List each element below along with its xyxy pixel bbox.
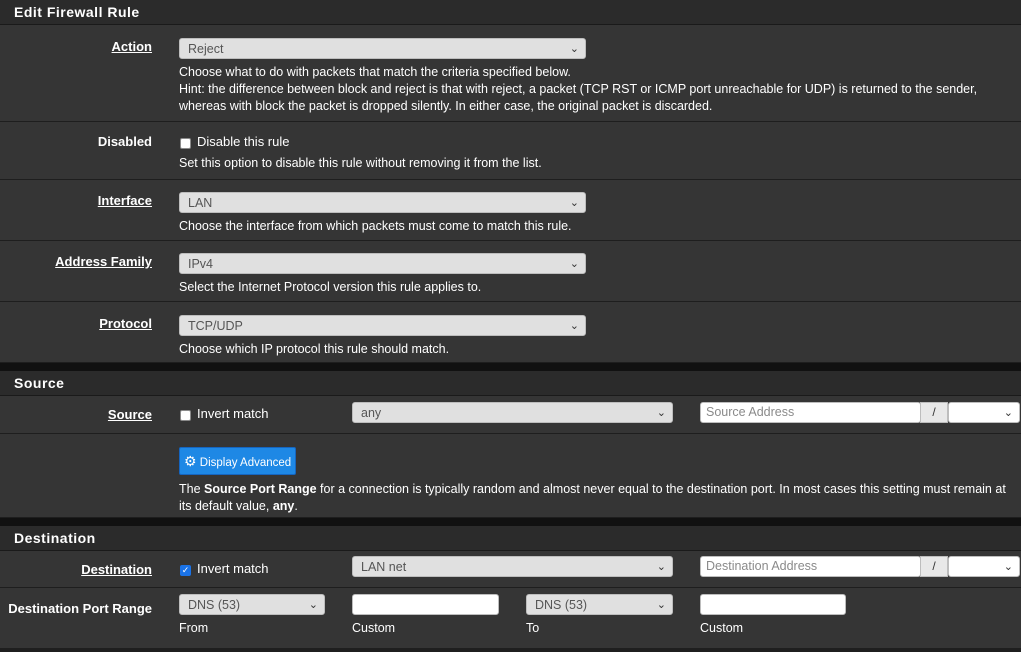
action-help: Choose what to do with packets that matc… <box>179 64 977 115</box>
chevron-down-icon: ⌄ <box>656 407 666 419</box>
address-family-select-value: IPv4 <box>188 257 214 271</box>
destination-mask-slash: / <box>920 556 948 577</box>
action-select-value: Reject <box>188 42 224 56</box>
port-from-value: DNS (53) <box>188 598 241 612</box>
action-help-line2: Hint: the difference between block and r… <box>179 82 978 96</box>
protocol-select-value: TCP/UDP <box>188 319 243 333</box>
destination-type-value: LAN net <box>361 560 407 574</box>
help-text: The <box>179 482 205 496</box>
source-port-help-line1: The Source Port Range for a connection i… <box>179 481 1019 498</box>
chevron-down-icon: ⌄ <box>656 561 666 573</box>
action-select[interactable]: Reject ⌄ <box>179 38 586 59</box>
panel-heading-destination: Destination <box>0 526 1021 551</box>
source-port-help: The Source Port Range for a connection i… <box>179 481 1019 515</box>
help-text: . <box>294 499 298 513</box>
help-bold-text: any <box>272 499 295 513</box>
source-row: Source Invert match any ⌄ Source Address… <box>0 396 1021 434</box>
interface-select[interactable]: LAN ⌄ <box>179 192 586 213</box>
destination-invert-label[interactable]: Invert match <box>197 561 269 576</box>
destination-row: Destination ✓ Invert match LAN net ⌄ Des… <box>0 551 1021 588</box>
display-advanced-button[interactable]: ⚙ Display Advanced <box>179 447 297 475</box>
address-family-row: Address Family IPv4 ⌄ Select the Interne… <box>0 241 1021 302</box>
source-mask-select[interactable]: ⌄ <box>948 402 1020 423</box>
gear-icon: ⚙ <box>184 453 197 469</box>
destination-address-input[interactable]: Destination Address <box>700 556 921 577</box>
source-invert-checkbox[interactable] <box>180 410 191 421</box>
chevron-down-icon: ⌄ <box>1003 407 1013 419</box>
interface-help: Choose the interface from which packets … <box>179 219 572 233</box>
chevron-down-icon: ⌄ <box>569 258 579 270</box>
protocol-row: Protocol TCP/UDP ⌄ Choose which IP proto… <box>0 302 1021 363</box>
protocol-select[interactable]: TCP/UDP ⌄ <box>179 315 586 336</box>
chevron-down-icon: ⌄ <box>569 43 579 55</box>
address-family-label[interactable]: Address Family <box>55 254 152 269</box>
disable-rule-checkbox[interactable] <box>180 138 191 149</box>
address-family-help: Select the Internet Protocol version thi… <box>179 280 482 294</box>
source-label[interactable]: Source <box>108 407 152 422</box>
chevron-down-icon: ⌄ <box>569 320 579 332</box>
destination-port-row: Destination Port Range DNS (53) ⌄ From C… <box>0 588 1021 648</box>
source-invert-label[interactable]: Invert match <box>197 406 269 421</box>
port-to-custom-label: Custom <box>700 621 744 635</box>
chevron-down-icon: ⌄ <box>569 197 579 209</box>
check-icon: ✓ <box>181 565 190 575</box>
panel-heading-source: Source <box>0 371 1021 396</box>
port-from-custom-input[interactable] <box>352 594 499 615</box>
port-to-value: DNS (53) <box>535 598 588 612</box>
source-type-value: any <box>361 406 382 420</box>
help-bold-text: Source Port Range <box>204 482 317 496</box>
disabled-label: Disabled <box>97 134 152 149</box>
destination-label[interactable]: Destination <box>81 562 152 577</box>
disabled-help: Set this option to disable this rule wit… <box>179 156 542 170</box>
protocol-help: Choose which IP protocol this rule shoul… <box>179 342 450 356</box>
port-from-label: From <box>179 621 209 635</box>
protocol-label[interactable]: Protocol <box>99 316 152 331</box>
source-mask-slash: / <box>920 402 948 423</box>
chevron-down-icon: ⌄ <box>656 599 666 611</box>
chevron-down-icon: ⌄ <box>308 599 318 611</box>
destination-port-label: Destination Port Range <box>8 601 152 616</box>
section-separator <box>0 518 1021 526</box>
disable-rule-checkbox-label[interactable]: Disable this rule <box>197 134 290 149</box>
chevron-down-icon: ⌄ <box>1003 561 1013 573</box>
section-separator <box>0 363 1021 371</box>
port-to-select[interactable]: DNS (53) ⌄ <box>526 594 673 615</box>
action-label[interactable]: Action <box>112 39 152 54</box>
destination-mask-select[interactable]: ⌄ <box>948 556 1020 577</box>
source-type-select[interactable]: any ⌄ <box>352 402 673 423</box>
help-text: for a connection is typically random and… <box>316 482 1006 496</box>
action-row: Action Reject ⌄ Choose what to do with p… <box>0 25 1021 122</box>
interface-select-value: LAN <box>188 196 213 210</box>
source-address-input[interactable]: Source Address <box>700 402 921 423</box>
source-port-help-line2: its default value, any. <box>179 498 1019 515</box>
disabled-row: Disabled Disable this rule Set this opti… <box>0 122 1021 180</box>
action-help-line1: Choose what to do with packets that matc… <box>179 65 571 79</box>
source-advanced-row: ⚙ Display Advanced The Source Port Range… <box>0 434 1021 518</box>
destination-type-select[interactable]: LAN net ⌄ <box>352 556 673 577</box>
destination-invert-checkbox[interactable]: ✓ <box>180 565 191 576</box>
help-text: its default value, <box>179 499 273 513</box>
address-family-select[interactable]: IPv4 ⌄ <box>179 253 586 274</box>
interface-row: Interface LAN ⌄ Choose the interface fro… <box>0 180 1021 241</box>
port-from-custom-label: Custom <box>352 621 396 635</box>
interface-label[interactable]: Interface <box>98 193 152 208</box>
port-to-label: To <box>526 621 540 635</box>
port-to-custom-input[interactable] <box>700 594 846 615</box>
port-from-select[interactable]: DNS (53) ⌄ <box>179 594 325 615</box>
panel-heading-edit: Edit Firewall Rule <box>0 0 1021 25</box>
action-help-line3: whereas with block the packet is dropped… <box>179 99 713 113</box>
display-advanced-label: Display Advanced <box>199 457 292 469</box>
